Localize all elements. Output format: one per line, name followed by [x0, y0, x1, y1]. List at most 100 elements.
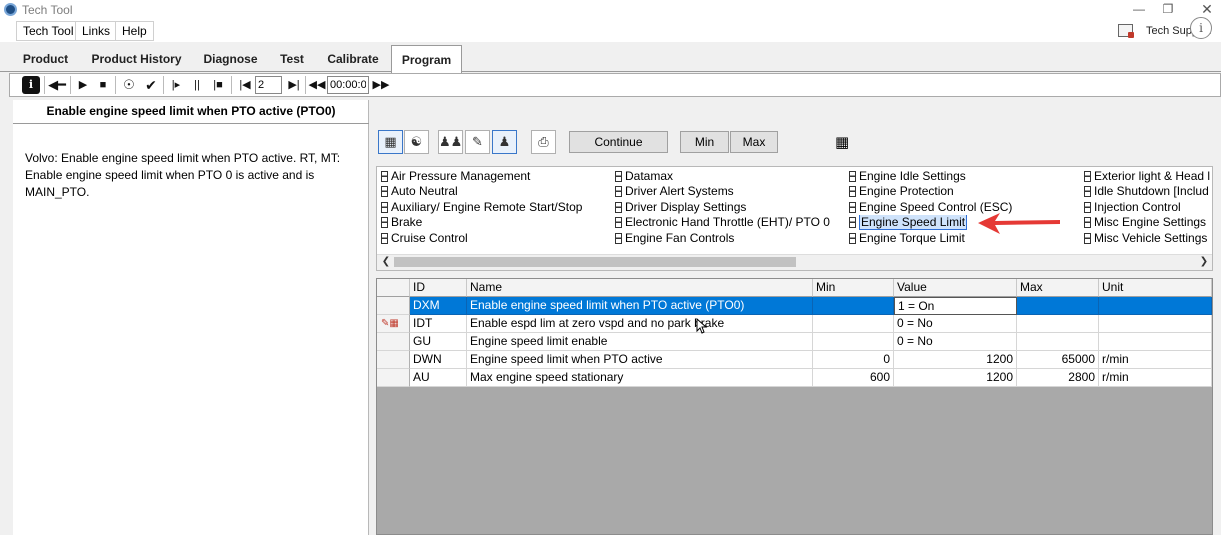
info-icon[interactable]: i [1190, 17, 1212, 39]
cell-max [1017, 315, 1099, 333]
category-item[interactable]: Exterior light & Head l [1084, 169, 1212, 184]
cell-value[interactable]: 1 = On [894, 297, 1017, 315]
table-row[interactable]: DXM Enable engine speed limit when PTO ac… [377, 297, 1212, 315]
fast-forward-icon[interactable]: ▶▶ [372, 76, 390, 94]
menu-tech-tool[interactable]: Tech Tool [16, 21, 81, 41]
close-icon[interactable]: ✕ [1193, 1, 1221, 18]
category-label: Auxiliary/ Engine Remote Start/Stop [391, 199, 583, 214]
scroll-right-icon[interactable]: ❯ [1197, 255, 1211, 269]
column-header-id[interactable]: ID [410, 279, 467, 297]
category-label: Engine Idle Settings [859, 169, 966, 183]
category-item[interactable]: Auxiliary/ Engine Remote Start/Stop [381, 200, 611, 215]
back-arrow-icon[interactable]: ◀━ [48, 76, 66, 94]
minimize-icon[interactable]: — [1125, 1, 1153, 18]
table-row[interactable]: IDT Enable espd lim at zero vspd and no p… [377, 315, 1212, 333]
stop-icon[interactable]: ■ [94, 76, 112, 94]
category-item[interactable]: Auto Neutral [381, 184, 611, 199]
parameter-description: Volvo: Enable engine speed limit when PT… [25, 151, 341, 199]
info-toolbar-icon[interactable]: i [22, 76, 40, 94]
parameter-group-icon [381, 171, 388, 182]
category-item[interactable]: Injection Control [1084, 200, 1212, 215]
column-header-value[interactable]: Value [894, 279, 1017, 297]
category-item[interactable]: Electronic Hand Throttle (EHT)/ PTO 0 [615, 215, 845, 230]
parameter-group-icon [615, 186, 622, 198]
checkmark-icon[interactable]: ✔ [142, 76, 160, 94]
people-group-icon[interactable]: ♟♟ [438, 130, 463, 154]
tab-product[interactable]: Product [12, 48, 79, 72]
play-icon[interactable]: ▶ [74, 76, 92, 94]
category-item[interactable]: Driver Display Settings [615, 200, 845, 215]
category-item[interactable]: Misc Engine Settings [1084, 215, 1212, 230]
category-label: Idle Shutdown [Includ [1094, 184, 1209, 199]
column-header-min[interactable]: Min [813, 279, 894, 297]
person-filter-icon[interactable]: ♟ [492, 130, 517, 154]
category-item[interactable]: Engine Protection [849, 184, 1079, 199]
cell-unit: r/min [1099, 369, 1212, 387]
scrollbar-thumb[interactable] [394, 257, 796, 267]
table-row[interactable]: AU Max engine speed stationary 600 1200 2800… [377, 369, 1212, 387]
category-item[interactable]: Engine Fan Controls [615, 231, 845, 246]
tab-program[interactable]: Program [391, 45, 462, 73]
parameter-edit-icon[interactable]: ✎ [465, 130, 490, 154]
category-item[interactable]: Brake [381, 215, 611, 230]
title-bar [0, 0, 1221, 20]
parameter-group-icon [1084, 186, 1091, 198]
category-item[interactable]: Driver Alert Systems [615, 184, 845, 199]
category-item[interactable]: Cruise Control [381, 231, 611, 246]
max-button[interactable]: Max [730, 131, 778, 153]
tab-diagnose[interactable]: Diagnose [196, 48, 265, 72]
row-header[interactable] [377, 369, 410, 387]
tab-test[interactable]: Test [272, 48, 312, 72]
category-label: Misc Vehicle Settings [1094, 230, 1208, 245]
step-input[interactable] [255, 76, 282, 94]
scroll-left-icon[interactable]: ❮ [379, 255, 393, 269]
time-input[interactable] [327, 76, 369, 94]
collapse-tree-icon[interactable]: ☯ [404, 130, 429, 154]
category-label: Engine Torque Limit [859, 230, 965, 245]
print-icon[interactable]: ⎙ [531, 130, 556, 154]
toolbar-separator [163, 76, 164, 94]
category-label: Engine Protection [859, 184, 954, 199]
table-row[interactable]: GU Engine speed limit enable 0 = No [377, 333, 1212, 351]
step-forward-icon[interactable]: |▸ [167, 76, 185, 94]
row-header[interactable] [377, 297, 410, 315]
row-header[interactable] [377, 333, 410, 351]
column-header-name[interactable]: Name [467, 279, 813, 297]
last-step-icon[interactable]: ▶| [285, 76, 303, 94]
tab-calibrate[interactable]: Calibrate [320, 48, 386, 72]
tree-view-icon[interactable]: ▦ [378, 130, 403, 154]
menu-links[interactable]: Links [75, 21, 118, 41]
menu-bar [0, 20, 1221, 42]
table-row[interactable]: DWN Engine speed limit when PTO active 0 12… [377, 351, 1212, 369]
rewind-icon[interactable]: ◀◀ [308, 76, 326, 94]
category-item[interactable]: Misc Vehicle Settings [1084, 231, 1212, 246]
category-item[interactable]: Datamax [615, 169, 845, 184]
row-header[interactable] [377, 351, 410, 369]
cell-value[interactable]: 0 = No [894, 315, 1017, 333]
min-button[interactable]: Min [680, 131, 729, 153]
cell-value[interactable]: 1200 [894, 369, 1017, 387]
tab-product-history[interactable]: Product History [83, 48, 190, 72]
first-step-icon[interactable]: |◀ [236, 76, 254, 94]
watch-icon[interactable]: ☉ [120, 76, 138, 94]
category-item[interactable]: Idle Shutdown [Includ [1084, 184, 1212, 199]
menu-help[interactable]: Help [115, 21, 154, 41]
continue-button[interactable]: Continue [569, 131, 668, 153]
calculator-icon[interactable]: ▦ [835, 133, 849, 151]
cell-unit [1099, 297, 1212, 315]
step-stop-icon[interactable]: |■ [209, 76, 227, 94]
cell-name: Enable engine speed limit when PTO activ… [467, 297, 813, 315]
pause-icon[interactable]: || [188, 76, 206, 94]
cell-value[interactable]: 1200 [894, 351, 1017, 369]
tech-support-icon[interactable] [1118, 24, 1134, 38]
cell-id: DWN [410, 351, 467, 369]
category-item[interactable]: Air Pressure Management [381, 169, 611, 184]
cell-name: Engine speed limit enable [467, 333, 813, 351]
cell-max [1017, 297, 1099, 315]
column-header-unit[interactable]: Unit [1099, 279, 1212, 297]
column-header-max[interactable]: Max [1017, 279, 1099, 297]
category-item[interactable]: Engine Idle Settings [849, 169, 1079, 184]
cell-value[interactable]: 0 = No [894, 333, 1017, 351]
restore-icon[interactable]: ❐ [1154, 1, 1182, 18]
parameter-group-icon [849, 171, 856, 182]
